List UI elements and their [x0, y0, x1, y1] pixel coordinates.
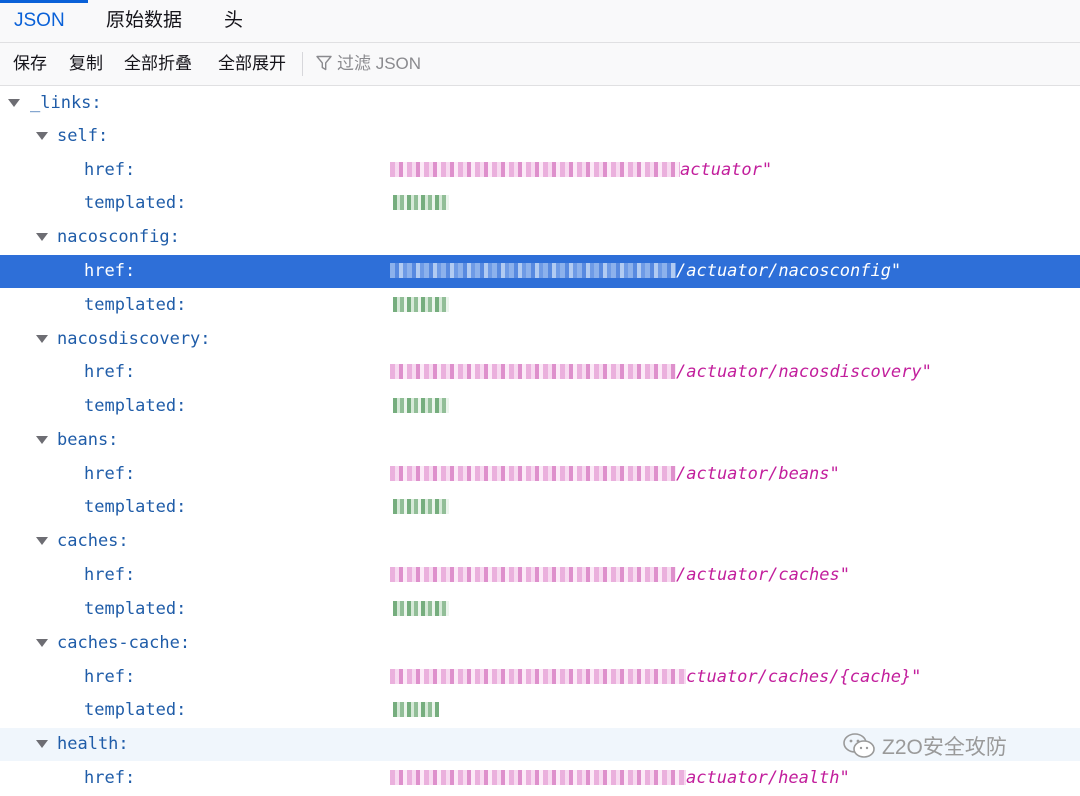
json-key: templated: — [84, 497, 187, 517]
json-boolean-value — [393, 497, 449, 517]
redacted-url — [390, 567, 676, 582]
json-string-value: ctuator/caches/{cache}" — [390, 667, 921, 687]
json-string-value: /actuator/beans" — [390, 464, 840, 484]
json-key: href: — [84, 667, 136, 687]
json-boolean-value — [393, 599, 449, 619]
json-key: templated: — [84, 599, 187, 619]
save-button[interactable]: 保存 — [13, 43, 47, 85]
expand-triangle-icon[interactable] — [36, 639, 48, 647]
json-string-value: /actuator/caches" — [390, 565, 850, 585]
tab-headers[interactable]: 头 — [224, 0, 243, 42]
json-key: health: — [57, 734, 129, 754]
expand-triangle-icon[interactable] — [36, 335, 48, 343]
json-key: templated: — [84, 700, 187, 720]
json-string-value: /actuator/nacosdiscovery" — [390, 362, 932, 382]
json-key: self: — [57, 126, 109, 146]
wechat-icon — [843, 733, 875, 758]
tree-row-templated[interactable]: templated: — [0, 491, 1080, 524]
filter-icon — [316, 55, 332, 71]
expand-all-button[interactable]: 全部展开 — [218, 43, 286, 85]
redacted-value — [393, 297, 449, 312]
json-boolean-value — [393, 295, 449, 315]
json-key: nacosdiscovery: — [57, 329, 211, 349]
tab-bar: JSON 原始数据 头 — [0, 0, 1080, 43]
expand-triangle-icon[interactable] — [36, 436, 48, 444]
tree-row-beans[interactable]: beans: — [0, 424, 1080, 457]
json-key: caches: — [57, 531, 129, 551]
tree-row-href[interactable]: href: /actuator/nacosdiscovery" — [0, 356, 1080, 389]
tree-row-href[interactable]: href: /actuator/beans" — [0, 458, 1080, 491]
watermark: Z2O安全攻防 — [842, 731, 1007, 765]
tab-json[interactable]: JSON — [14, 0, 65, 42]
expand-triangle-icon[interactable] — [36, 537, 48, 545]
toolbar-divider — [302, 52, 303, 76]
redacted-url — [390, 263, 676, 278]
redacted-value — [393, 398, 449, 413]
tree-row-href-selected[interactable]: href: /actuator/nacosconfig" — [0, 255, 1080, 288]
redacted-url — [390, 466, 676, 481]
redacted-value — [393, 601, 449, 616]
tree-row-nacosconfig[interactable]: nacosconfig: — [0, 221, 1080, 254]
tree-row-href[interactable]: href: /actuator/caches" — [0, 559, 1080, 592]
json-key: href: — [84, 261, 136, 281]
tree-row-templated[interactable]: templated: — [0, 593, 1080, 626]
redacted-value — [393, 195, 449, 210]
watermark-text: Z2O安全攻防 — [882, 736, 1007, 759]
expand-triangle-icon[interactable] — [36, 233, 48, 241]
json-key: nacosconfig: — [57, 227, 180, 247]
json-boolean-value — [393, 193, 449, 213]
json-key: href: — [84, 768, 136, 788]
json-key: templated: — [84, 396, 187, 416]
json-key: href: — [84, 464, 136, 484]
tab-raw-data[interactable]: 原始数据 — [106, 0, 182, 42]
json-boolean-value — [393, 700, 439, 720]
json-key: href: — [84, 565, 136, 585]
json-string-value: /actuator/nacosconfig" — [390, 261, 901, 281]
tree-row-href[interactable]: href: actuator/health" — [0, 762, 1080, 795]
tree-row-nacosdiscovery[interactable]: nacosdiscovery: — [0, 323, 1080, 356]
filter-placeholder: 过滤 JSON — [337, 54, 422, 73]
json-key: href: — [84, 362, 136, 382]
expand-triangle-icon[interactable] — [8, 99, 20, 107]
redacted-value — [393, 499, 449, 514]
tree-row-self[interactable]: self: — [0, 120, 1080, 153]
json-string-value: actuator" — [390, 160, 772, 180]
redacted-url — [390, 770, 686, 785]
json-key: templated: — [84, 295, 187, 315]
json-string-value: actuator/health" — [390, 768, 850, 788]
json-toolbar: 保存 复制 全部折叠 全部展开 过滤 JSON — [0, 43, 1080, 86]
tree-row-templated[interactable]: templated: — [0, 187, 1080, 220]
copy-button[interactable]: 复制 — [69, 43, 103, 85]
redacted-url — [390, 162, 680, 177]
collapse-all-button[interactable]: 全部折叠 — [124, 43, 192, 85]
redacted-value — [393, 702, 439, 717]
expand-triangle-icon[interactable] — [36, 740, 48, 748]
tree-row-templated[interactable]: templated: — [0, 390, 1080, 423]
json-key: templated: — [84, 193, 187, 213]
tree-row-templated[interactable]: templated: — [0, 289, 1080, 322]
tree-row-caches-cache[interactable]: caches-cache: — [0, 627, 1080, 660]
tree-row-href[interactable]: href: actuator" — [0, 154, 1080, 187]
json-key: caches-cache: — [57, 633, 191, 653]
tree-row-href[interactable]: href: ctuator/caches/{cache}" — [0, 661, 1080, 694]
json-key: href: — [84, 160, 136, 180]
json-boolean-value — [393, 396, 449, 416]
expand-triangle-icon[interactable] — [36, 132, 48, 140]
tree-row-links[interactable]: _links: — [0, 87, 1080, 120]
json-key: _links: — [30, 93, 102, 113]
redacted-url — [390, 364, 676, 379]
tree-row-caches[interactable]: caches: — [0, 525, 1080, 558]
redacted-url — [390, 669, 686, 684]
tree-row-templated[interactable]: templated: — [0, 694, 1080, 727]
json-key: beans: — [57, 430, 119, 450]
filter-json-input[interactable]: 过滤 JSON — [316, 43, 421, 85]
